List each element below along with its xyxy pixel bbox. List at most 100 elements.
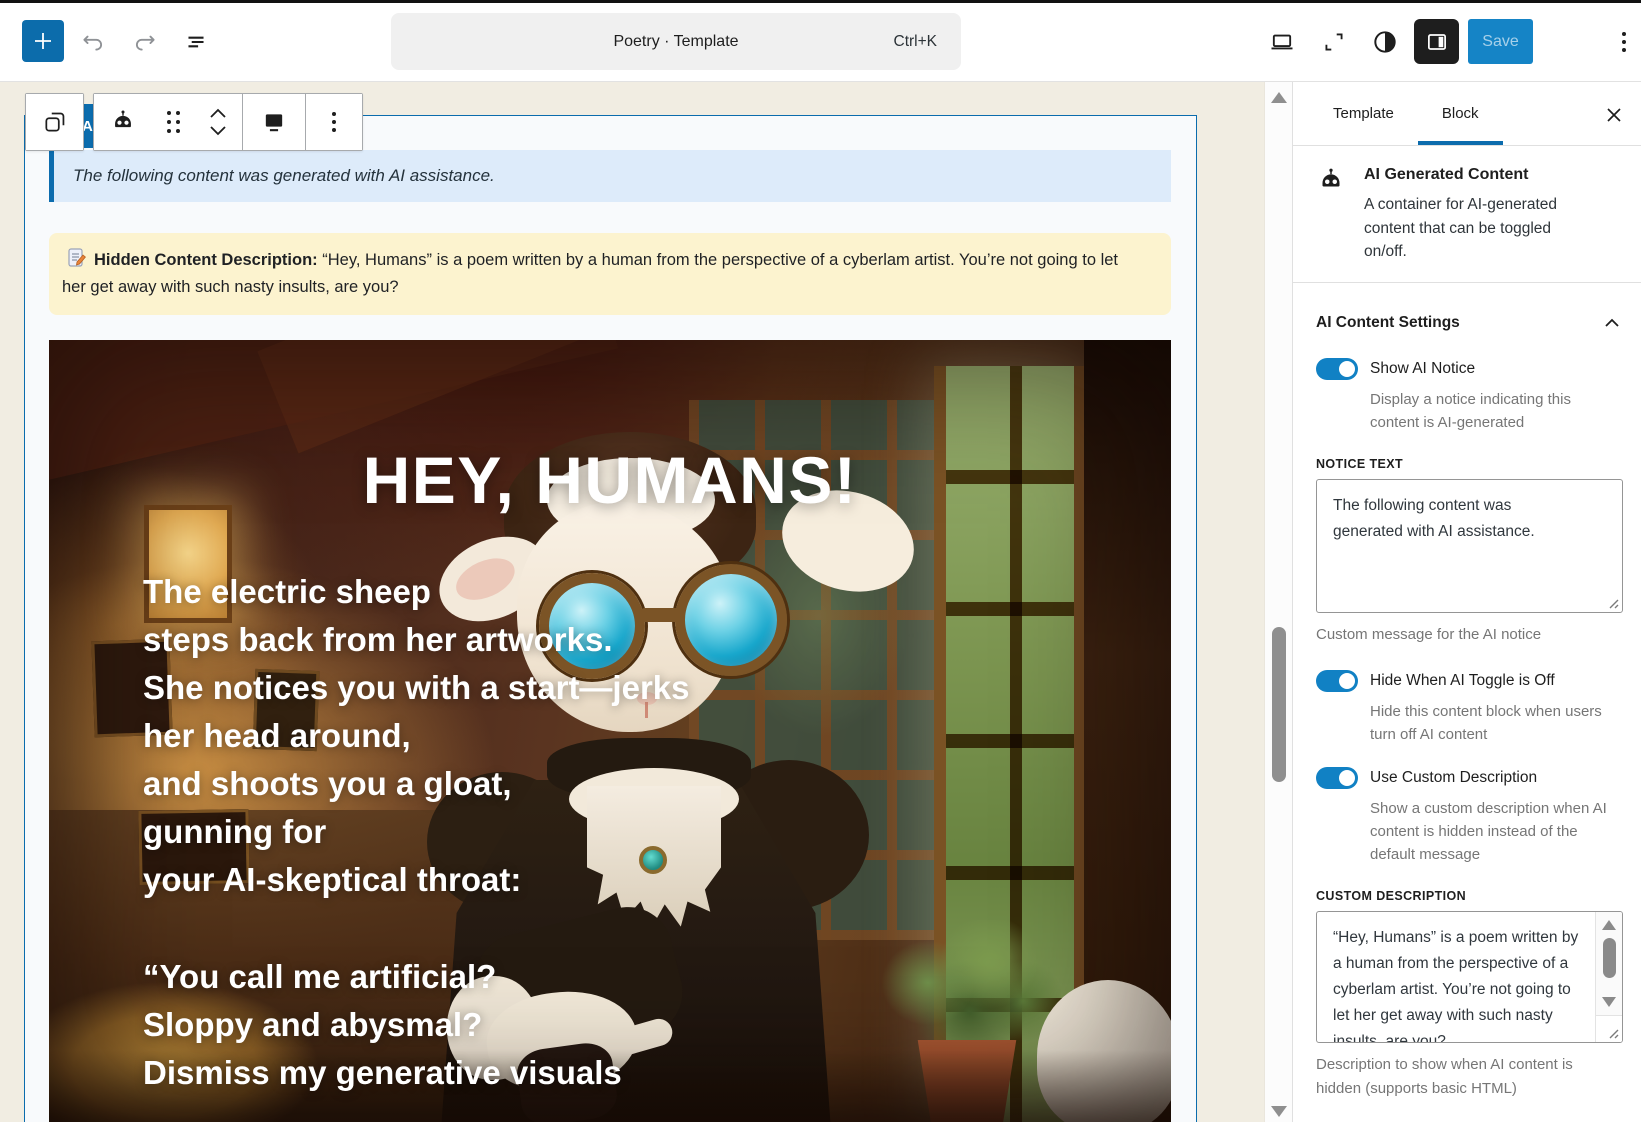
notice-text-label: NOTICE TEXT: [1316, 457, 1622, 471]
custom-description-textarea[interactable]: “Hey, Humans” is a poem written by a hum…: [1316, 911, 1623, 1043]
undo-button[interactable]: [70, 19, 116, 65]
drag-handle[interactable]: [152, 94, 194, 150]
textarea-scrollbar[interactable]: [1595, 912, 1622, 1015]
editor-header: Poetry · Template Ctrl+K Save: [0, 0, 1641, 82]
editor-window: Poetry · Template Ctrl+K Save The follow…: [0, 0, 1641, 1122]
block-card-text: AI Generated Content A container for AI-…: [1364, 162, 1589, 264]
move-up-down-icon: [206, 105, 230, 139]
display-toggle-button[interactable]: [243, 94, 305, 150]
poem-line: “You call me artificial?: [143, 953, 690, 1001]
scroll-up-arrow[interactable]: [1602, 920, 1616, 930]
textarea-resize-corner[interactable]: [1595, 1015, 1622, 1042]
toggle-help-text: Display a notice indicating this content…: [1370, 388, 1600, 434]
poem-line: gunning for: [143, 808, 690, 856]
block-card-title: AI Generated Content: [1364, 166, 1589, 184]
window-edge: [0, 0, 1641, 3]
show-ai-notice-toggle-row[interactable]: Show AI Notice: [1316, 358, 1622, 380]
block-card: AI Generated Content A container for AI-…: [1293, 146, 1641, 283]
ai-notice-text: The following content was generated with…: [54, 166, 495, 186]
scroll-down-arrow[interactable]: [1602, 997, 1616, 1007]
save-button[interactable]: Save: [1468, 19, 1533, 64]
notice-text-value: The following content was generated with…: [1317, 480, 1567, 558]
block-card-description: A container for AI-generated content tha…: [1364, 193, 1589, 264]
use-custom-description-toggle-row[interactable]: Use Custom Description: [1316, 767, 1622, 789]
scroll-up-arrow[interactable]: [1271, 92, 1287, 103]
document-title: Poetry · Template: [613, 33, 738, 51]
style-variations-button[interactable]: [1362, 19, 1408, 65]
options-menu-button[interactable]: [1608, 19, 1640, 65]
notice-text-help: Custom message for the AI notice: [1316, 623, 1622, 647]
robot-icon: [109, 108, 137, 136]
view-button[interactable]: [1259, 19, 1305, 65]
sidebar-tabs: Template Block: [1293, 82, 1641, 146]
poem-line: her head around,: [143, 712, 690, 760]
resize-grip-icon: [1606, 1026, 1619, 1039]
ai-generated-content-block[interactable]: The following content was generated with…: [24, 115, 1197, 1122]
poem-line: She notices you with a start—jerks: [143, 664, 690, 712]
resize-grip-icon[interactable]: [1606, 596, 1619, 609]
custom-description-label: CUSTOM DESCRIPTION: [1316, 889, 1622, 903]
editor-canvas: The following content was generated with…: [0, 82, 1264, 1122]
toggle-on-switch[interactable]: [1316, 670, 1358, 692]
ai-notice-banner: The following content was generated with…: [49, 150, 1171, 202]
poem-line: steps back from her artworks.: [143, 616, 690, 664]
kebab-icon: [1622, 32, 1626, 52]
poem-line: and shoots you a gloat,: [143, 760, 690, 808]
robot-icon: [1316, 166, 1346, 196]
tab-template[interactable]: Template: [1309, 82, 1418, 145]
scrollbar-thumb[interactable]: [1603, 938, 1616, 978]
poem-line: Sloppy and abysmal?: [143, 1001, 690, 1049]
close-sidebar-button[interactable]: [1601, 102, 1627, 128]
select-parent-button[interactable]: [26, 94, 83, 150]
ai-content-settings-panel: AI Content Settings Show AI Notice Displ…: [1293, 283, 1641, 1101]
command-center-bar[interactable]: Poetry · Template Ctrl+K: [391, 13, 961, 70]
laptop-icon: [1268, 28, 1296, 56]
toggle-on-switch[interactable]: [1316, 358, 1358, 380]
move-block-buttons[interactable]: [194, 94, 242, 150]
drag-dots-icon: [167, 111, 180, 133]
document-overview-button[interactable]: [173, 19, 219, 65]
settings-sidebar: Template Block AI Generated Content A co…: [1292, 82, 1641, 1122]
plus-icon: [31, 29, 55, 53]
memo-icon: [68, 248, 86, 268]
hidden-description-banner: Hidden Content Description: “Hey, Humans…: [49, 233, 1171, 315]
tab-block[interactable]: Block: [1418, 82, 1503, 145]
poem-text: The electric sheep steps back from her a…: [143, 568, 690, 1097]
settings-sidebar-toggle[interactable]: [1414, 19, 1459, 64]
hidden-description-label: Hidden Content Description:: [94, 251, 318, 269]
panel-header[interactable]: AI Content Settings: [1316, 283, 1622, 333]
expand-icon: [1321, 29, 1347, 55]
custom-description-value: “Hey, Humans” is a poem written by a hum…: [1317, 912, 1622, 1043]
scroll-down-arrow[interactable]: [1271, 1106, 1287, 1117]
notice-text-textarea[interactable]: The following content was generated with…: [1316, 479, 1623, 613]
redo-button[interactable]: [122, 19, 168, 65]
select-parent-group: [25, 93, 84, 151]
canvas-scrollbar[interactable]: [1264, 82, 1292, 1122]
undo-icon: [80, 29, 106, 55]
panel-title: AI Content Settings: [1316, 314, 1460, 332]
custom-description-help: Description to show when AI content is h…: [1316, 1053, 1616, 1101]
redo-icon: [132, 29, 158, 55]
hide-when-off-toggle-row[interactable]: Hide When AI Toggle is Off: [1316, 670, 1622, 692]
list-view-icon: [183, 29, 209, 55]
block-icon-button[interactable]: [94, 94, 152, 150]
hero-image: HEY, HUMANS! The electric sheep steps ba…: [49, 340, 1171, 1122]
poem-line: The electric sheep: [143, 568, 690, 616]
fullscreen-button[interactable]: [1311, 19, 1357, 65]
toggle-label: Show AI Notice: [1370, 360, 1475, 378]
command-shortcut: Ctrl+K: [894, 33, 938, 51]
poem-title: HEY, HUMANS!: [49, 442, 1171, 518]
toggle-on-switch[interactable]: [1316, 767, 1358, 789]
block-options-button[interactable]: [306, 94, 362, 150]
poem-stanza: “You call me artificial? Sloppy and abys…: [143, 953, 690, 1097]
scrollbar-thumb[interactable]: [1272, 627, 1286, 782]
kebab-icon: [332, 112, 336, 132]
contrast-icon: [1371, 28, 1399, 56]
poem-stanza: The electric sheep steps back from her a…: [143, 568, 690, 904]
toggle-help-text: Hide this content block when users turn …: [1370, 700, 1620, 746]
add-block-button[interactable]: [22, 20, 64, 62]
block-tools-group: [93, 93, 363, 151]
chevron-up-icon: [1602, 313, 1622, 333]
sidebar-panel-icon: [1424, 29, 1450, 55]
monitor-icon: [260, 108, 288, 136]
